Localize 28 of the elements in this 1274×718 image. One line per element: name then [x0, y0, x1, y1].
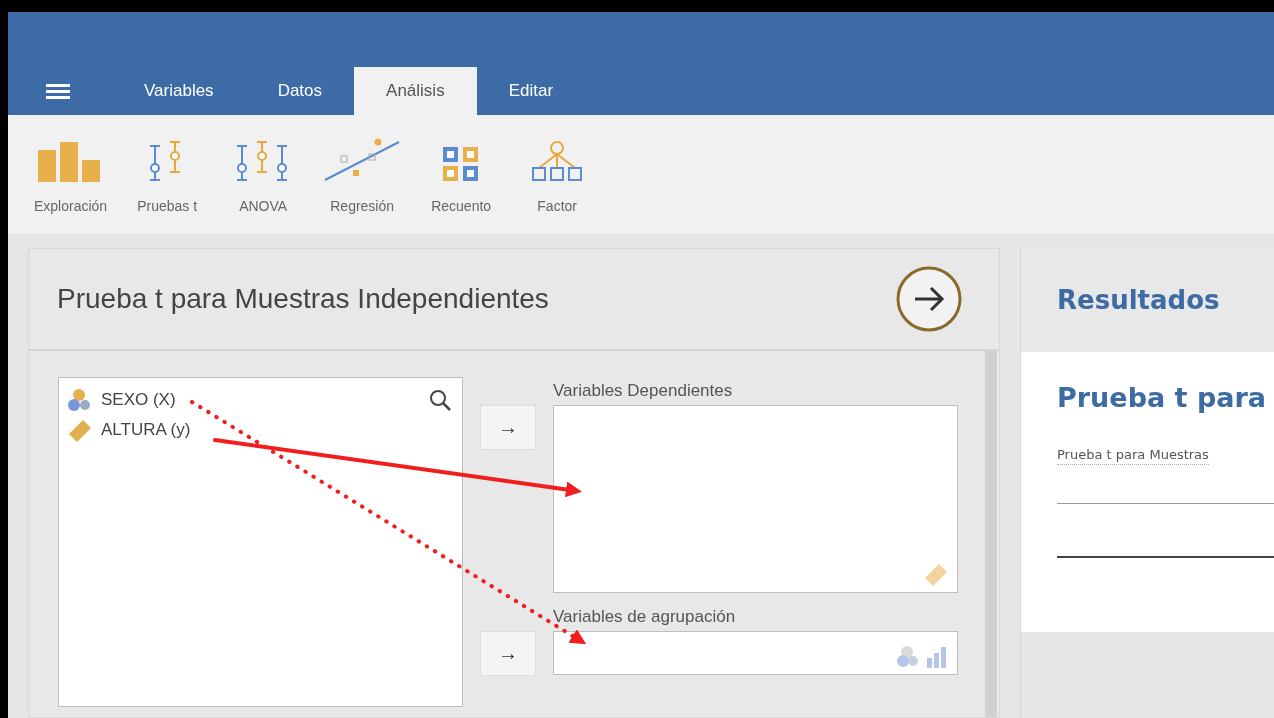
target-label: Variables de agrupación [553, 606, 737, 627]
nominal-ordinal-icon [895, 644, 949, 668]
tab[interactable]: Variables [112, 67, 246, 115]
variable-item[interactable]: SEXO (X) [101, 390, 176, 410]
tab[interactable]: Editar [476, 67, 586, 115]
variable-item[interactable]: ALTURA (y) [101, 420, 191, 440]
tab[interactable]: Análisis [354, 67, 477, 115]
toolbar-button[interactable]: Regresión [311, 115, 414, 234]
grid-icon [442, 146, 481, 182]
tree-icon [531, 140, 584, 182]
table-title: Prueba t para Muestras [1057, 447, 1209, 465]
nominal-variable-icon [67, 388, 93, 412]
tab[interactable]: Datos [245, 67, 355, 115]
panel-title: Prueba t para Muestras Independientes [57, 283, 549, 315]
ruler-icon [67, 418, 93, 442]
results-heading: Resultados [1057, 285, 1220, 315]
toolbar-button[interactable]: ANOVA [215, 115, 312, 234]
results-title: Prueba t para [1057, 382, 1267, 413]
toolbar-button[interactable]: Recuento [413, 115, 510, 234]
regression-icon [323, 138, 402, 182]
move-button[interactable]: → [480, 631, 536, 676]
target-label: Variables Dependientes [553, 380, 734, 401]
search-icon[interactable] [428, 388, 452, 412]
move-button[interactable]: → [480, 405, 536, 450]
toolbar-button[interactable]: Pruebas t [119, 115, 216, 234]
toolbar-button[interactable]: Exploración [22, 115, 120, 234]
scrollbar[interactable] [985, 351, 997, 717]
toolbar-button[interactable]: Factor [509, 115, 606, 234]
